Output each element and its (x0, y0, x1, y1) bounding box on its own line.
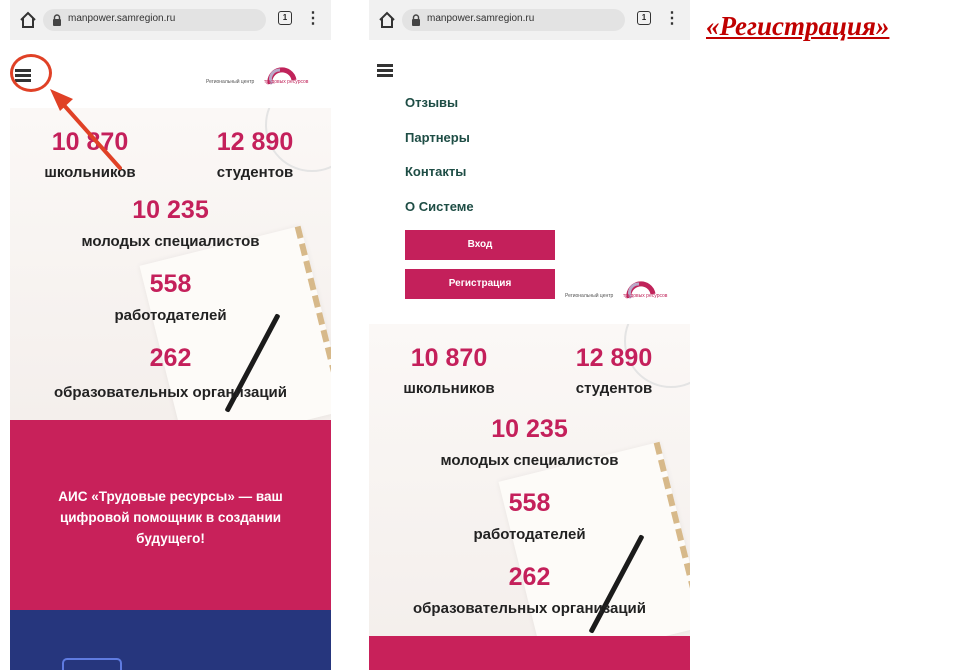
nav-item-reviews[interactable]: Отзывы (405, 95, 458, 110)
stat-label-employers: работодателей (473, 526, 586, 543)
stat-value-schoolchildren: 10 870 (410, 344, 488, 372)
phone-screenshot-menu: manpower.samregion.ru 1 ⋮ Отзывы Партнер… (369, 0, 690, 670)
url-text: manpower.samregion.ru (427, 13, 535, 24)
address-bar[interactable]: manpower.samregion.ru (402, 9, 625, 31)
lock-icon (412, 14, 420, 26)
login-button[interactable]: Вход (405, 230, 555, 260)
stat-value-students: 12 890 (575, 344, 653, 372)
stat-label-young-specialists: молодых специалистов (440, 452, 619, 469)
hamburger-menu-icon[interactable] (377, 64, 393, 78)
tabs-count-icon[interactable]: 1 (637, 11, 651, 25)
stat-label-education-orgs: образовательных организаций (412, 600, 646, 617)
stat-value-education-orgs: 262 (508, 563, 551, 591)
nav-item-contacts[interactable]: Контакты (405, 164, 466, 179)
stat-value-employers: 558 (508, 489, 551, 517)
register-button[interactable]: Регистрация (405, 269, 555, 299)
stats-hero: 10 870 школьников 12 890 студентов 10 23… (369, 324, 690, 636)
site-logo[interactable]: Региональный центр трудовых ресурсов (565, 276, 675, 308)
phone-screenshot-home: manpower.samregion.ru 1 ⋮ Региональный ц… (10, 0, 331, 670)
slide-caption: «Регистрация» (706, 11, 890, 41)
nav-item-partners[interactable]: Партнеры (405, 130, 470, 145)
more-menu-icon[interactable]: ⋮ (664, 10, 680, 30)
stat-label-schoolchildren: школьников (403, 380, 495, 397)
annotation-arrow-icon (50, 89, 122, 170)
logo-text-resources: трудовых ресурсов (623, 293, 668, 299)
nav-item-about[interactable]: О Системе (405, 199, 474, 214)
logo-mark-icon (626, 281, 656, 299)
home-icon[interactable] (376, 9, 398, 31)
logo-text-region: Региональный центр (565, 293, 614, 299)
stat-label-students: студентов (575, 380, 653, 397)
browser-toolbar: manpower.samregion.ru 1 ⋮ (369, 0, 690, 40)
stat-value-young-specialists: 10 235 (491, 415, 568, 443)
promo-banner (369, 636, 690, 670)
